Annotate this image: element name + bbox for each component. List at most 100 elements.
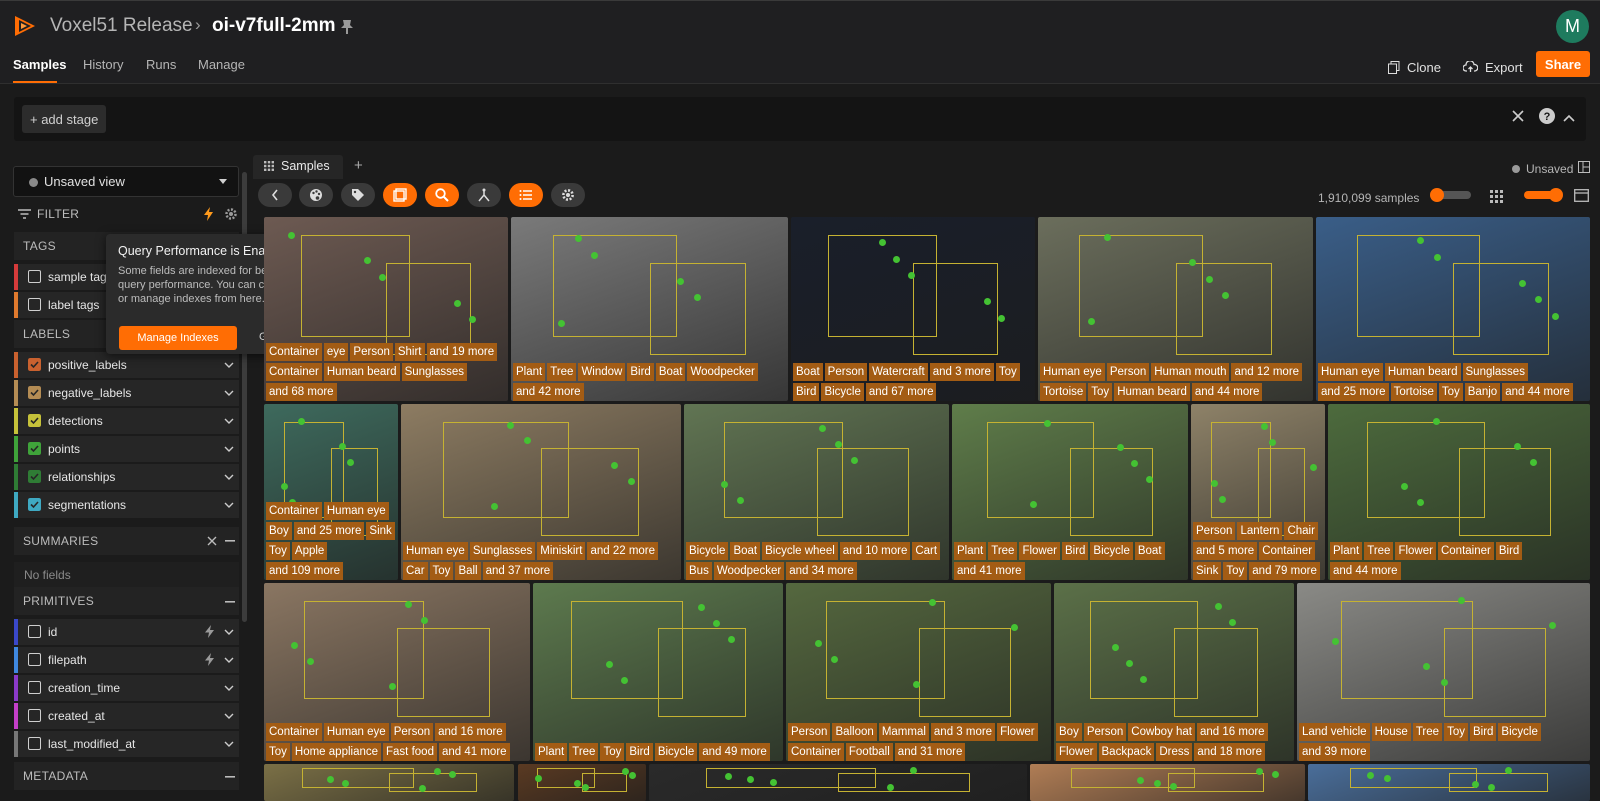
checked-checkbox-icon[interactable] xyxy=(28,442,41,455)
patches-button[interactable] xyxy=(383,183,417,207)
sample-tile[interactable]: Plant Tree Flower Container Bird and 44 more xyxy=(1328,404,1590,580)
sample-tile[interactable]: Land vehicle House Tree Toy Bird Bicycle and 3… xyxy=(1297,583,1590,761)
collapse-icon[interactable] xyxy=(225,776,235,778)
color-scheme-button[interactable] xyxy=(299,183,333,207)
voxel51-logo-icon[interactable] xyxy=(12,13,38,39)
breadcrumb-app[interactable]: Voxel51 Release xyxy=(50,15,193,37)
section-metadata[interactable]: METADATA xyxy=(14,762,239,790)
chevron-down-icon[interactable] xyxy=(224,740,234,748)
chevron-down-icon[interactable] xyxy=(224,712,234,720)
sample-tile[interactable] xyxy=(1308,764,1590,801)
tab-runs[interactable]: Runs xyxy=(146,57,176,72)
checked-checkbox-icon[interactable] xyxy=(28,358,41,371)
add-panel-icon[interactable]: + xyxy=(354,157,363,174)
field-creation-time[interactable]: creation_time xyxy=(14,675,239,701)
sample-tile[interactable]: Human eye Person Human mouth and 12 more Tor… xyxy=(1038,217,1313,401)
section-summaries[interactable]: SUMMARIES xyxy=(14,527,239,555)
chevron-down-icon[interactable] xyxy=(224,501,234,509)
chevron-down-icon[interactable] xyxy=(224,473,234,481)
field-checkbox[interactable] xyxy=(28,737,41,750)
tab-samples[interactable]: Samples xyxy=(13,57,66,72)
chevron-down-icon[interactable] xyxy=(224,389,234,397)
toggle-slider[interactable] xyxy=(1430,188,1471,202)
chevron-down-icon[interactable] xyxy=(224,628,234,636)
expand-icon[interactable] xyxy=(1574,189,1589,202)
sort-button[interactable] xyxy=(509,183,543,207)
field-negative-labels[interactable]: negative_labels xyxy=(14,380,239,406)
add-stage-button[interactable]: + add stage xyxy=(22,105,107,133)
checked-checkbox-icon[interactable] xyxy=(28,470,41,483)
checked-checkbox-icon[interactable] xyxy=(28,414,41,427)
view-select[interactable]: Unsaved view xyxy=(13,166,239,197)
chevron-down-icon[interactable] xyxy=(224,361,234,369)
field-checkbox[interactable] xyxy=(28,653,41,666)
field-relationships[interactable]: relationships xyxy=(14,464,239,490)
tab-history[interactable]: History xyxy=(83,57,123,72)
sample-tile[interactable]: Plant Tree Window Bird Boat Woodpecker and 42 … xyxy=(511,217,788,401)
close-icon[interactable] xyxy=(207,536,217,546)
merge-button[interactable] xyxy=(467,183,501,207)
pin-icon[interactable] xyxy=(340,19,354,35)
field-positive-labels[interactable]: positive_labels xyxy=(14,352,239,378)
sample-tile[interactable] xyxy=(264,764,514,801)
share-button[interactable]: Share xyxy=(1536,51,1590,77)
sample-tile[interactable]: Bicycle Boat Bicycle wheel and 10 more Cart B… xyxy=(684,404,949,580)
sample-tile[interactable] xyxy=(518,764,646,801)
field-checkbox[interactable] xyxy=(28,298,41,311)
sample-tile[interactable]: Plant Tree Toy Bird Bicycle and 49 more xyxy=(533,583,783,761)
sample-tile[interactable]: Person Balloon Mammal and 3 more Flower Conta… xyxy=(786,583,1051,761)
chevron-down-icon[interactable] xyxy=(224,445,234,453)
sample-tile[interactable]: Container eye Person Shirt and 19 more Contai… xyxy=(264,217,508,401)
tab-manage[interactable]: Manage xyxy=(198,57,245,72)
slider-knob[interactable] xyxy=(1430,188,1444,202)
grid-zoom-slider[interactable] xyxy=(1524,188,1563,202)
grid-size-icon[interactable] xyxy=(1490,190,1503,203)
sample-tile[interactable]: Person Lantern Chair and 5 more Container Sin… xyxy=(1191,404,1325,580)
sample-tile[interactable]: Container Human eye Person and 16 more Toy Ho… xyxy=(264,583,530,761)
slider-knob[interactable] xyxy=(1549,188,1563,202)
field-segmentations[interactable]: segmentations xyxy=(14,492,239,518)
chevron-down-icon[interactable] xyxy=(224,417,234,425)
query-performance-bolt-icon[interactable] xyxy=(204,207,213,221)
sample-tile[interactable] xyxy=(649,764,1027,801)
sample-tile[interactable]: Boy Person Cowboy hat and 16 more Flower Back… xyxy=(1054,583,1294,761)
help-icon[interactable]: ? xyxy=(1538,107,1556,125)
checked-checkbox-icon[interactable] xyxy=(28,386,41,399)
sidebar-settings-icon[interactable] xyxy=(224,207,238,221)
sample-tile[interactable]: Container Human eye Boy and 25 more Sink Toy A… xyxy=(264,404,398,580)
sample-tile[interactable]: Human eye Human beard Sunglasses and 25 mor… xyxy=(1316,217,1590,401)
field-detections[interactable]: detections xyxy=(14,408,239,434)
settings-button[interactable] xyxy=(551,183,585,207)
chevron-down-icon[interactable] xyxy=(224,684,234,692)
field-points[interactable]: points xyxy=(14,436,239,462)
field-checkbox[interactable] xyxy=(28,625,41,638)
sample-tile[interactable]: Human eye Sunglasses Miniskirt and 22 more C… xyxy=(401,404,681,580)
sample-tile[interactable] xyxy=(1030,764,1305,801)
sample-tile[interactable]: Boat Person Watercraft and 3 more Toy Bird Bic… xyxy=(791,217,1035,401)
dataset-name[interactable]: oi-v7full-2mm xyxy=(212,15,336,37)
clone-button[interactable]: Clone xyxy=(1388,56,1441,78)
manage-indexes-button[interactable]: Manage Indexes xyxy=(119,326,237,350)
field-checkbox[interactable] xyxy=(28,709,41,722)
field-last-modified-at[interactable]: last_modified_at xyxy=(14,731,239,757)
field-created-at[interactable]: created_at xyxy=(14,703,239,729)
keypoint xyxy=(297,418,305,426)
collapse-icon[interactable] xyxy=(225,601,235,603)
user-avatar[interactable]: M xyxy=(1556,10,1589,43)
field-filepath[interactable]: filepath xyxy=(14,647,239,673)
back-button[interactable] xyxy=(258,183,292,207)
sample-tile[interactable]: Plant Tree Flower Bird Bicycle Boat and 41 mor… xyxy=(952,404,1188,580)
similarity-search-button[interactable] xyxy=(425,183,459,207)
clear-view-icon[interactable] xyxy=(1509,107,1527,125)
field-id[interactable]: id xyxy=(14,619,239,645)
checked-checkbox-icon[interactable] xyxy=(28,498,41,511)
collapse-view-bar-icon[interactable] xyxy=(1562,112,1576,124)
field-checkbox[interactable] xyxy=(28,681,41,694)
section-primitives[interactable]: PRIMITIVES xyxy=(14,587,239,615)
tag-button[interactable] xyxy=(341,183,375,207)
layout-icon[interactable] xyxy=(1578,161,1590,173)
export-button[interactable]: Export xyxy=(1463,56,1523,78)
chevron-down-icon[interactable] xyxy=(224,656,234,664)
collapse-icon[interactable] xyxy=(225,540,235,542)
field-checkbox[interactable] xyxy=(28,270,41,283)
